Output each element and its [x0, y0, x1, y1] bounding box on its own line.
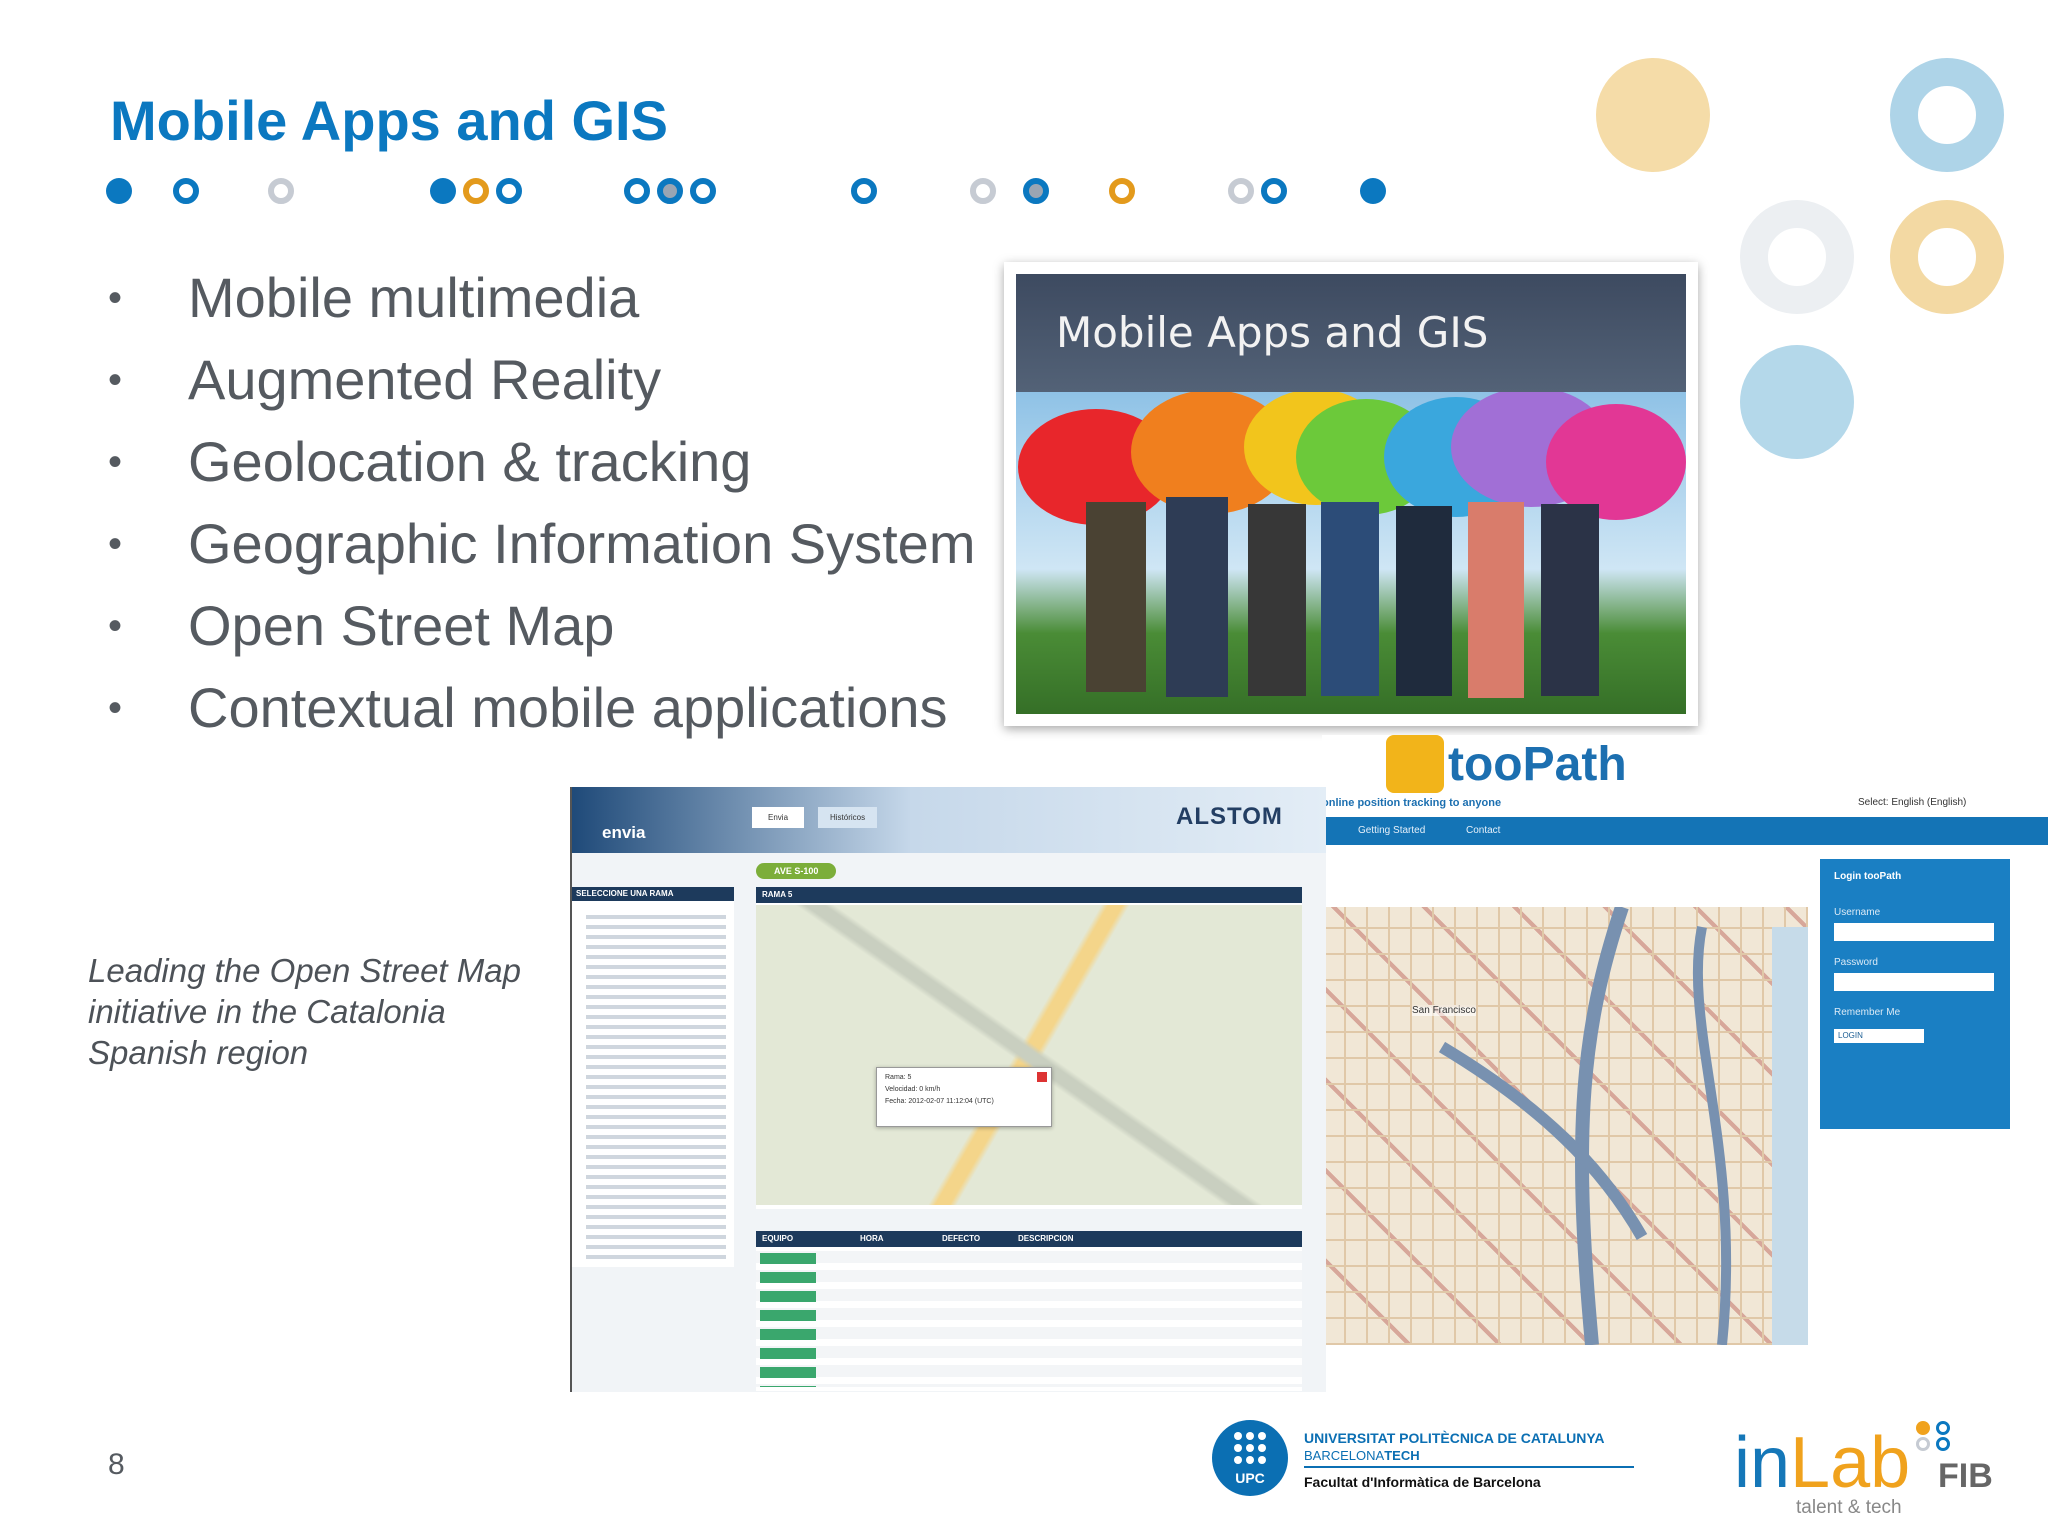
- upc-name: UNIVERSITAT POLITÈCNICA DE CATALUNYA: [1304, 1430, 1605, 1446]
- map-panel: RAMA 5 Rama: 5 Velocidad: 0 km/h Fecha: …: [756, 887, 1302, 1209]
- fib-wordmark: FIB: [1938, 1457, 1993, 1495]
- fib-name: Facultat d'Informàtica de Barcelona: [1304, 1474, 1541, 1490]
- toopath-tagline: online position tracking to anyone: [1322, 797, 1502, 809]
- photo-heading: Mobile Apps and GIS: [1016, 274, 1686, 392]
- col-defecto: DEFECTO: [942, 1234, 981, 1243]
- language-select[interactable]: Select: English (English): [1858, 797, 1966, 808]
- popup-line: Fecha: 2012-02-07 11:12:04 (UTC): [885, 1098, 994, 1105]
- map-popup: Rama: 5 Velocidad: 0 km/h Fecha: 2012-02…: [876, 1067, 1052, 1127]
- popup-line: Velocidad: 0 km/h: [885, 1086, 941, 1093]
- username-label: Username: [1834, 907, 1881, 918]
- toopath-logo-icon: [1386, 735, 1444, 793]
- close-icon[interactable]: [1037, 1072, 1047, 1082]
- inlab-fib-logo: inLab FIB talent & tech: [1730, 1405, 2030, 1518]
- bullet-item: • Geographic Information System: [108, 512, 976, 575]
- password-field[interactable]: [1834, 973, 1994, 991]
- col-hora: HORA: [860, 1234, 884, 1243]
- nav-contact[interactable]: Contact: [1466, 825, 1500, 836]
- login-button[interactable]: LOGIN: [1834, 1029, 1924, 1043]
- caption-text: Leading the Open Street Map initiative i…: [88, 952, 521, 1071]
- popup-line: Rama: 5: [885, 1074, 912, 1081]
- inlab-tagline: talent & tech: [1796, 1497, 1902, 1518]
- alstom-logo: ALSTOM: [1176, 803, 1283, 830]
- col-descripcion: DESCRIPCION: [1018, 1234, 1074, 1243]
- page-number: 8: [108, 1448, 125, 1481]
- map-header: RAMA 5: [756, 887, 1302, 903]
- bullet-item: • Mobile multimedia: [108, 266, 640, 329]
- upc-barcelonatech: BARCELONATECH: [1304, 1448, 1420, 1463]
- nav-getting-started[interactable]: Getting Started: [1358, 825, 1425, 836]
- toopath-screenshot: tooPath online position tracking to anyo…: [1322, 735, 2048, 1395]
- umbrella-photo: [1016, 387, 1686, 714]
- upc-logo: UPC UNIVERSITAT POLITÈCNICA DE CATALUNYA…: [1212, 1418, 1642, 1498]
- remember-label[interactable]: Remember Me: [1834, 1007, 1900, 1018]
- alstom-envia-screenshot: envia ALSTOM Envia Históricos AVE S-100 …: [570, 787, 1326, 1392]
- tab-historicos[interactable]: Históricos: [818, 807, 878, 828]
- route-badge[interactable]: AVE S-100: [756, 863, 837, 879]
- san-francisco-map: San Francisco: [1322, 907, 1808, 1345]
- map-city-label: San Francisco: [1412, 1005, 1476, 1016]
- bullet-item: • Geolocation & tracking: [108, 430, 752, 493]
- bullet-item: • Contextual mobile applications: [108, 676, 948, 739]
- password-label: Password: [1834, 957, 1878, 968]
- dot-row-decoration: [0, 0, 1400, 210]
- login-title: Login tooPath: [1834, 871, 1902, 882]
- upc-divider: [1304, 1466, 1634, 1468]
- bullet-list: • Mobile multimedia • Augmented Reality • G…: [108, 262, 975, 754]
- inlab-wordmark: inLab: [1734, 1423, 1911, 1503]
- envia-logo: envia: [602, 823, 646, 842]
- tab-envia[interactable]: Envia: [752, 807, 805, 828]
- equipo-badges: [760, 1253, 816, 1387]
- bullet-item: • Open Street Map: [108, 594, 615, 657]
- events-table: EQUIPO HORA DEFECTO DESCRIPCION: [756, 1231, 1302, 1391]
- inlab-dots: [1902, 1413, 1962, 1463]
- toopath-brand: tooPath: [1448, 738, 1627, 791]
- col-equipo: EQUIPO: [762, 1234, 794, 1243]
- login-panel: Login tooPath Username Password Remember…: [1820, 859, 2010, 1129]
- table-header: EQUIPO HORA DEFECTO DESCRIPCION: [756, 1231, 1302, 1247]
- toopath-navbar: Getting Started Contact: [1322, 817, 2048, 845]
- username-field[interactable]: [1834, 923, 1994, 941]
- upc-mark: UPC: [1235, 1470, 1265, 1486]
- upc-seal: UPC: [1212, 1420, 1288, 1496]
- envia-header: envia ALSTOM Envia Históricos: [572, 787, 1326, 853]
- list-rows: [586, 909, 726, 1259]
- table-rows: [756, 1251, 1302, 1387]
- list-header: SELECCIONE UNA RAMA: [572, 887, 734, 901]
- umbrella-photo-card: Mobile Apps and GIS: [1004, 262, 1698, 726]
- branch-list: SELECCIONE UNA RAMA: [572, 887, 734, 1267]
- bullet-item: • Augmented Reality: [108, 348, 662, 411]
- train-map: Rama: 5 Velocidad: 0 km/h Fecha: 2012-02…: [756, 905, 1302, 1205]
